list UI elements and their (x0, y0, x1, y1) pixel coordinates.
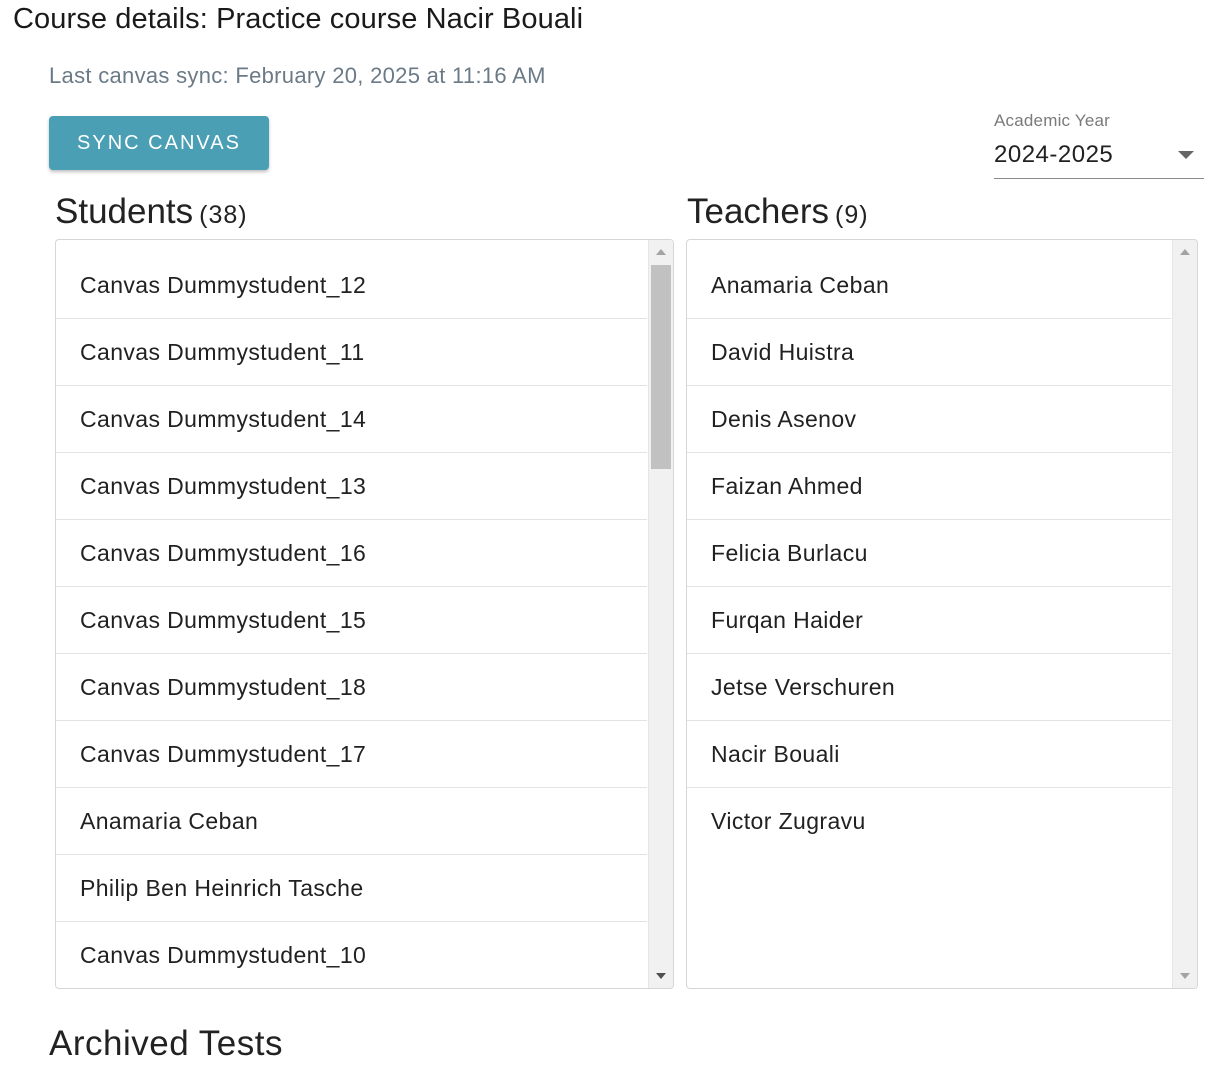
course-details-page: Course details: Practice course Nacir Bo… (0, 0, 1219, 1086)
students-list-items: Canvas Dummystudent_12 Canvas Dummystude… (56, 252, 647, 988)
student-list-item[interactable]: Canvas Dummystudent_13 (56, 453, 647, 520)
student-list-item[interactable]: Canvas Dummystudent_18 (56, 654, 647, 721)
teachers-count: (9) (835, 201, 869, 229)
student-list-item[interactable]: Philip Ben Heinrich Tasche (56, 855, 647, 922)
teacher-list-item[interactable]: Victor Zugravu (687, 788, 1171, 855)
sync-canvas-button[interactable]: SYNC CANVAS (49, 116, 269, 170)
students-scrollbar[interactable] (648, 240, 673, 988)
student-list-item[interactable]: Canvas Dummystudent_14 (56, 386, 647, 453)
students-heading-label: Students (55, 192, 194, 231)
teachers-heading: Teachers (9) (687, 192, 869, 232)
teacher-list-item[interactable]: Faizan Ahmed (687, 453, 1171, 520)
archived-tests-heading: Archived Tests (49, 1024, 283, 1063)
teacher-list-item[interactable]: Jetse Verschuren (687, 654, 1171, 721)
teacher-list-item[interactable]: Furqan Haider (687, 587, 1171, 654)
student-list-item[interactable]: Canvas Dummystudent_17 (56, 721, 647, 788)
teachers-scrollbar[interactable] (1172, 240, 1197, 988)
teacher-list-item[interactable]: Felicia Burlacu (687, 520, 1171, 587)
dropdown-arrow-icon[interactable] (1178, 151, 1194, 159)
student-list-item[interactable]: Anamaria Ceban (56, 788, 647, 855)
academic-year-label: Academic Year (994, 111, 1111, 130)
academic-year-value[interactable]: 2024-2025 (994, 141, 1113, 169)
students-count: (38) (199, 201, 248, 229)
academic-year-select[interactable]: Academic Year 2024-2025 (994, 108, 1204, 179)
page-title: Course details: Practice course Nacir Bo… (13, 3, 584, 35)
scroll-down-arrow-icon[interactable] (1180, 973, 1190, 979)
scroll-down-arrow-icon[interactable] (656, 973, 666, 979)
student-list-item[interactable]: Canvas Dummystudent_10 (56, 922, 647, 988)
students-list[interactable]: Canvas Dummystudent_12 Canvas Dummystude… (55, 239, 674, 989)
student-list-item[interactable]: Canvas Dummystudent_16 (56, 520, 647, 587)
teacher-list-item[interactable]: Nacir Bouali (687, 721, 1171, 788)
last-sync-text: Last canvas sync: February 20, 2025 at 1… (49, 63, 546, 88)
scrollbar-thumb[interactable] (651, 265, 671, 469)
students-heading: Students (38) (55, 192, 248, 232)
teacher-list-item[interactable]: David Huistra (687, 319, 1171, 386)
student-list-item[interactable]: Canvas Dummystudent_11 (56, 319, 647, 386)
teacher-list-item[interactable]: Denis Asenov (687, 386, 1171, 453)
student-list-item[interactable]: Canvas Dummystudent_15 (56, 587, 647, 654)
teachers-heading-label: Teachers (687, 192, 830, 231)
teacher-list-item[interactable]: Anamaria Ceban (687, 252, 1171, 319)
teachers-list[interactable]: Anamaria Ceban David Huistra Denis Aseno… (686, 239, 1198, 989)
scroll-up-arrow-icon[interactable] (1180, 249, 1190, 255)
scroll-up-arrow-icon[interactable] (656, 249, 666, 255)
teachers-list-items: Anamaria Ceban David Huistra Denis Aseno… (687, 252, 1171, 855)
student-list-item[interactable]: Canvas Dummystudent_12 (56, 252, 647, 319)
